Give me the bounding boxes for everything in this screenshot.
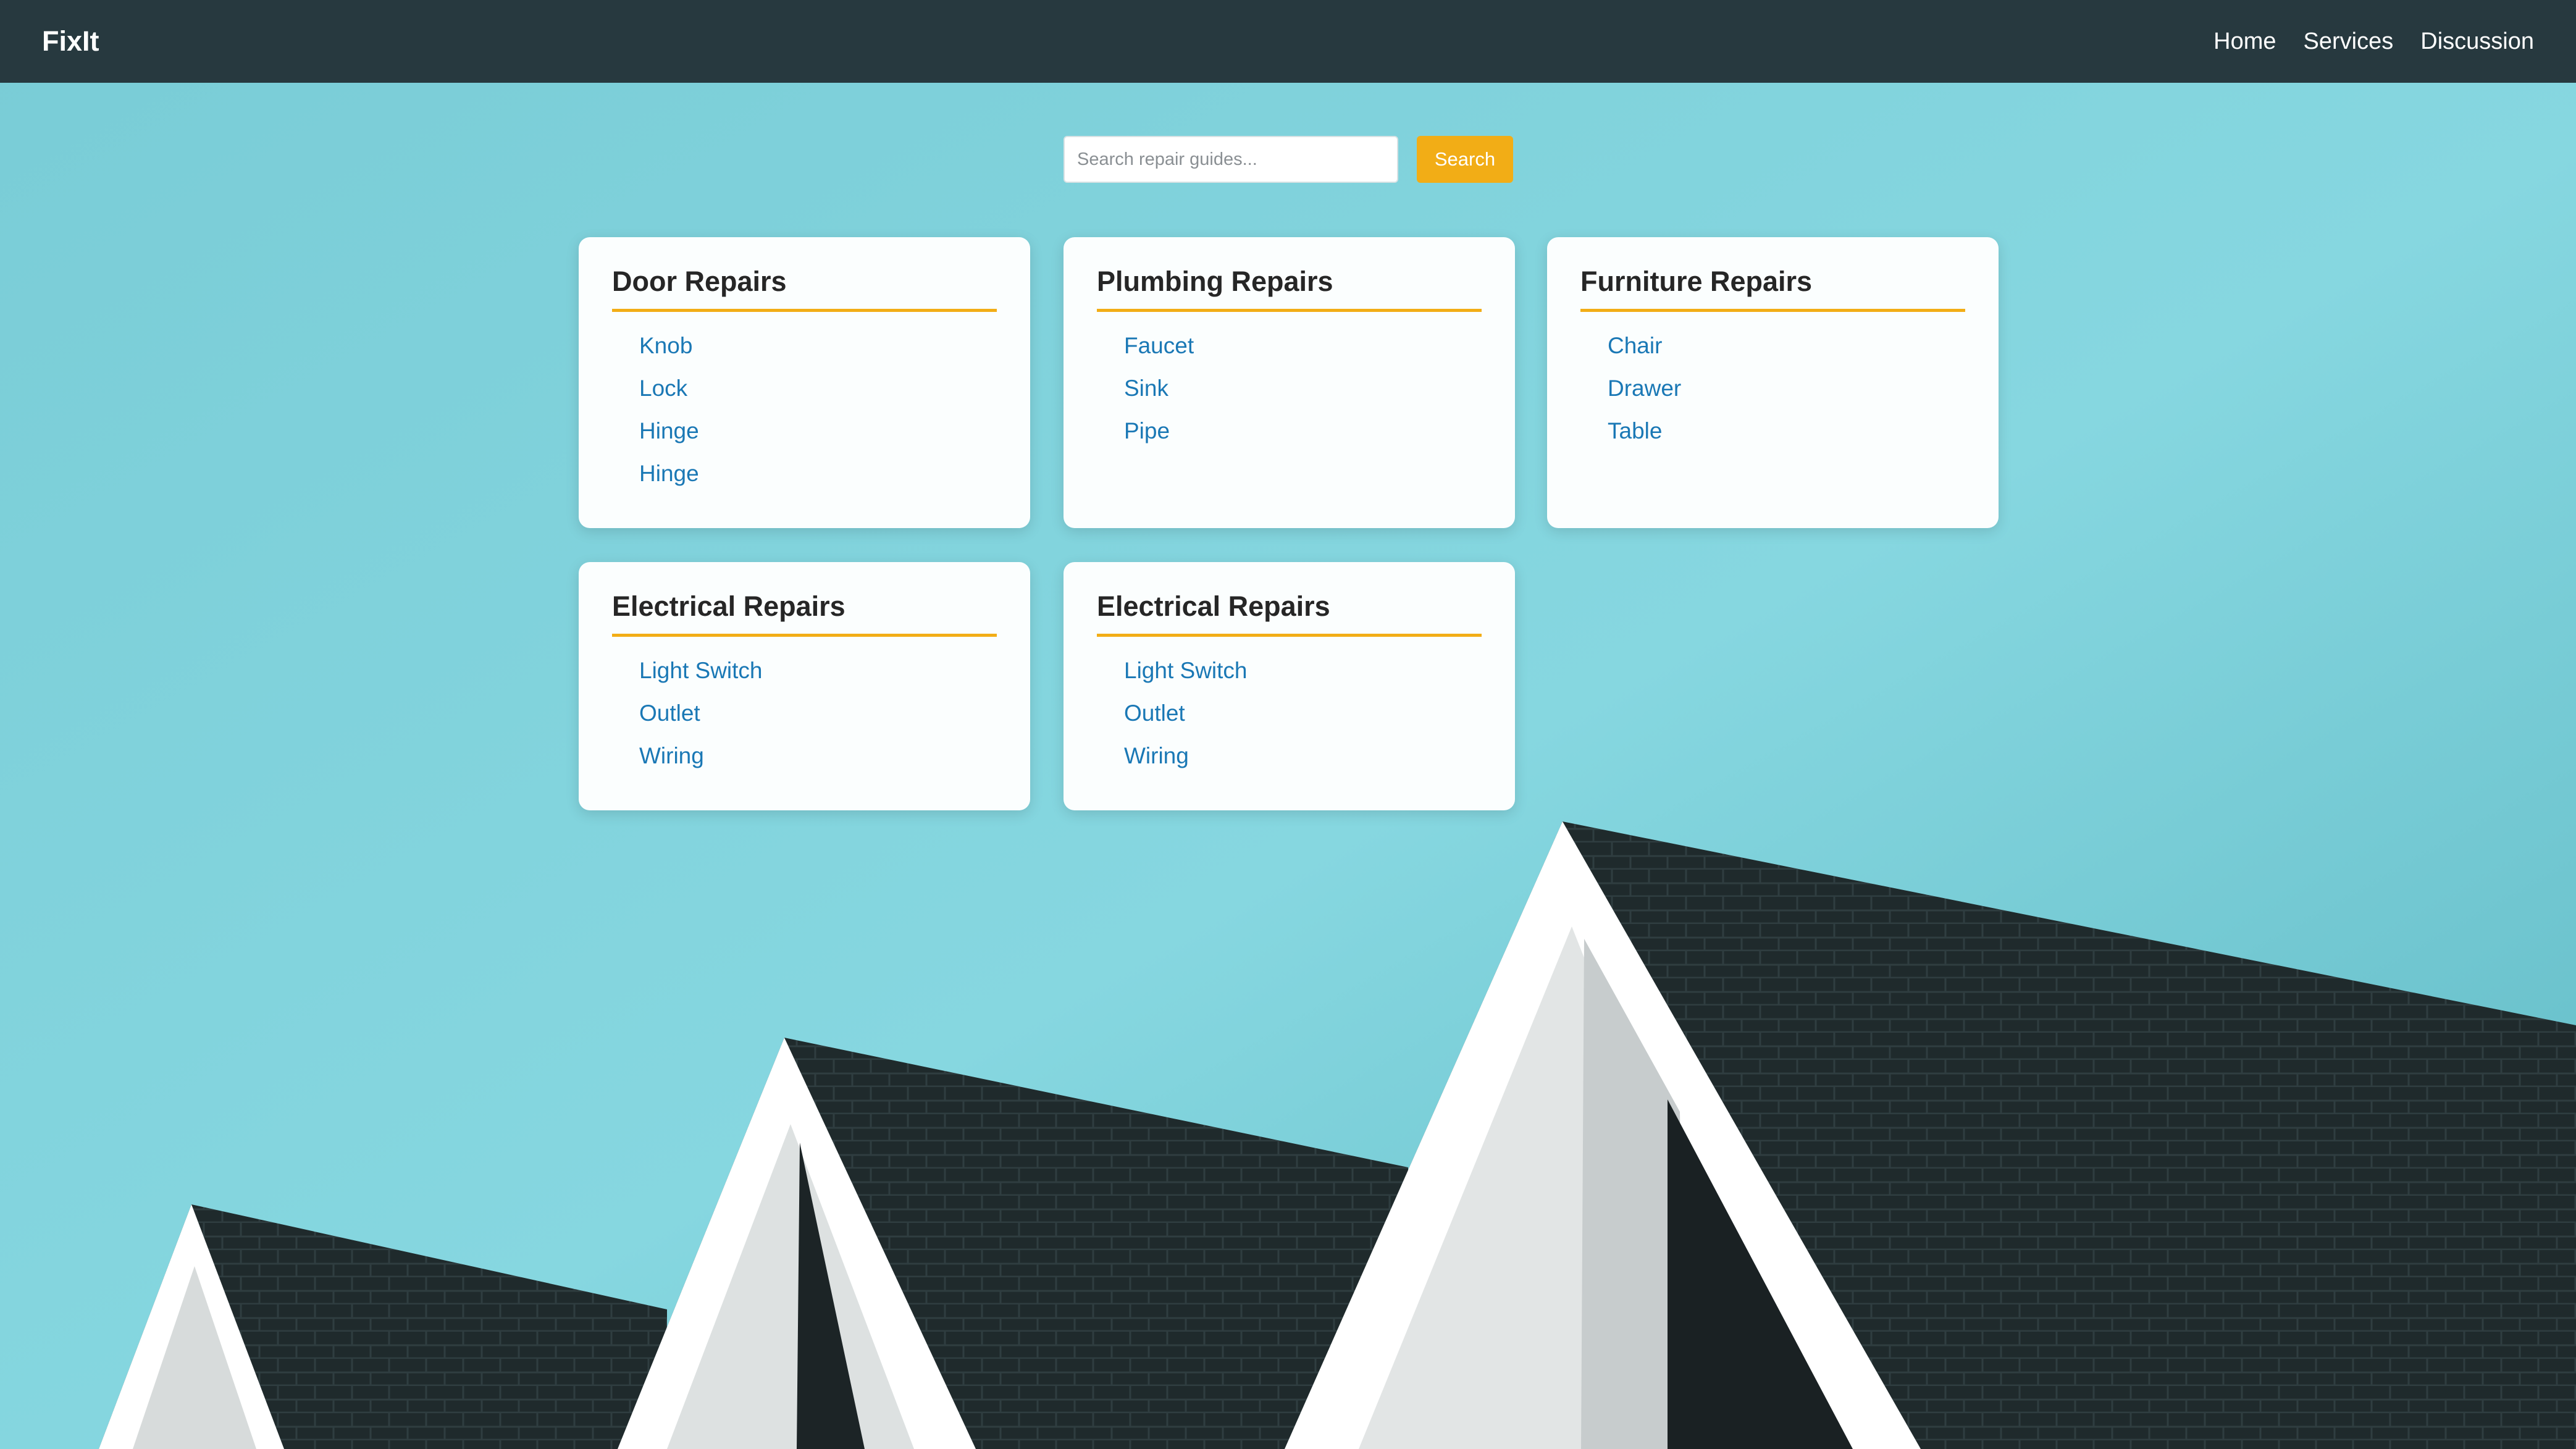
search-button[interactable]: Search — [1417, 136, 1513, 183]
card-link-list: Chair Drawer Table — [1580, 324, 1965, 452]
category-card-electrical-repairs: Electrical Repairs Light Switch Outlet W… — [579, 562, 1030, 810]
guide-link-wiring[interactable]: Wiring — [639, 734, 997, 777]
card-link-list: Knob Lock Hinge Hinge — [612, 324, 997, 495]
guide-link-outlet[interactable]: Outlet — [1124, 692, 1482, 734]
guide-link-light-switch[interactable]: Light Switch — [1124, 649, 1482, 692]
guide-link-chair[interactable]: Chair — [1608, 324, 1965, 367]
guide-link-pipe[interactable]: Pipe — [1124, 410, 1482, 452]
guide-link-light-switch[interactable]: Light Switch — [639, 649, 997, 692]
brand-logo[interactable]: FixIt — [42, 25, 99, 57]
card-title: Door Repairs — [612, 266, 997, 312]
category-card-furniture-repairs: Furniture Repairs Chair Drawer Table — [1547, 237, 1999, 528]
main-nav: Home Services Discussion — [2213, 28, 2534, 55]
guide-link-knob[interactable]: Knob — [639, 324, 997, 367]
nav-link-discussion[interactable]: Discussion — [2420, 28, 2534, 55]
guide-link-table[interactable]: Table — [1608, 410, 1965, 452]
guide-link-wiring[interactable]: Wiring — [1124, 734, 1482, 777]
card-title: Furniture Repairs — [1580, 266, 1965, 312]
card-title: Plumbing Repairs — [1097, 266, 1482, 312]
guide-link-drawer[interactable]: Drawer — [1608, 367, 1965, 410]
search-input[interactable] — [1064, 136, 1398, 183]
category-card-electrical-repairs-2: Electrical Repairs Light Switch Outlet W… — [1064, 562, 1515, 810]
guide-link-sink[interactable]: Sink — [1124, 367, 1482, 410]
card-link-list: Light Switch Outlet Wiring — [1097, 649, 1482, 777]
category-card-door-repairs: Door Repairs Knob Lock Hinge Hinge — [579, 237, 1030, 528]
guide-link-outlet[interactable]: Outlet — [639, 692, 997, 734]
category-card-plumbing-repairs: Plumbing Repairs Faucet Sink Pipe — [1064, 237, 1515, 528]
nav-link-services[interactable]: Services — [2304, 28, 2394, 55]
search-bar: Search — [1064, 136, 1513, 183]
card-title: Electrical Repairs — [612, 590, 997, 637]
guide-link-hinge[interactable]: Hinge — [639, 410, 997, 452]
card-link-list: Light Switch Outlet Wiring — [612, 649, 997, 777]
guide-link-hinge-2[interactable]: Hinge — [639, 452, 997, 495]
top-navbar: FixIt Home Services Discussion — [0, 0, 2576, 83]
card-title: Electrical Repairs — [1097, 590, 1482, 637]
guide-link-lock[interactable]: Lock — [639, 367, 997, 410]
card-link-list: Faucet Sink Pipe — [1097, 324, 1482, 452]
guide-link-faucet[interactable]: Faucet — [1124, 324, 1482, 367]
nav-link-home[interactable]: Home — [2213, 28, 2276, 55]
